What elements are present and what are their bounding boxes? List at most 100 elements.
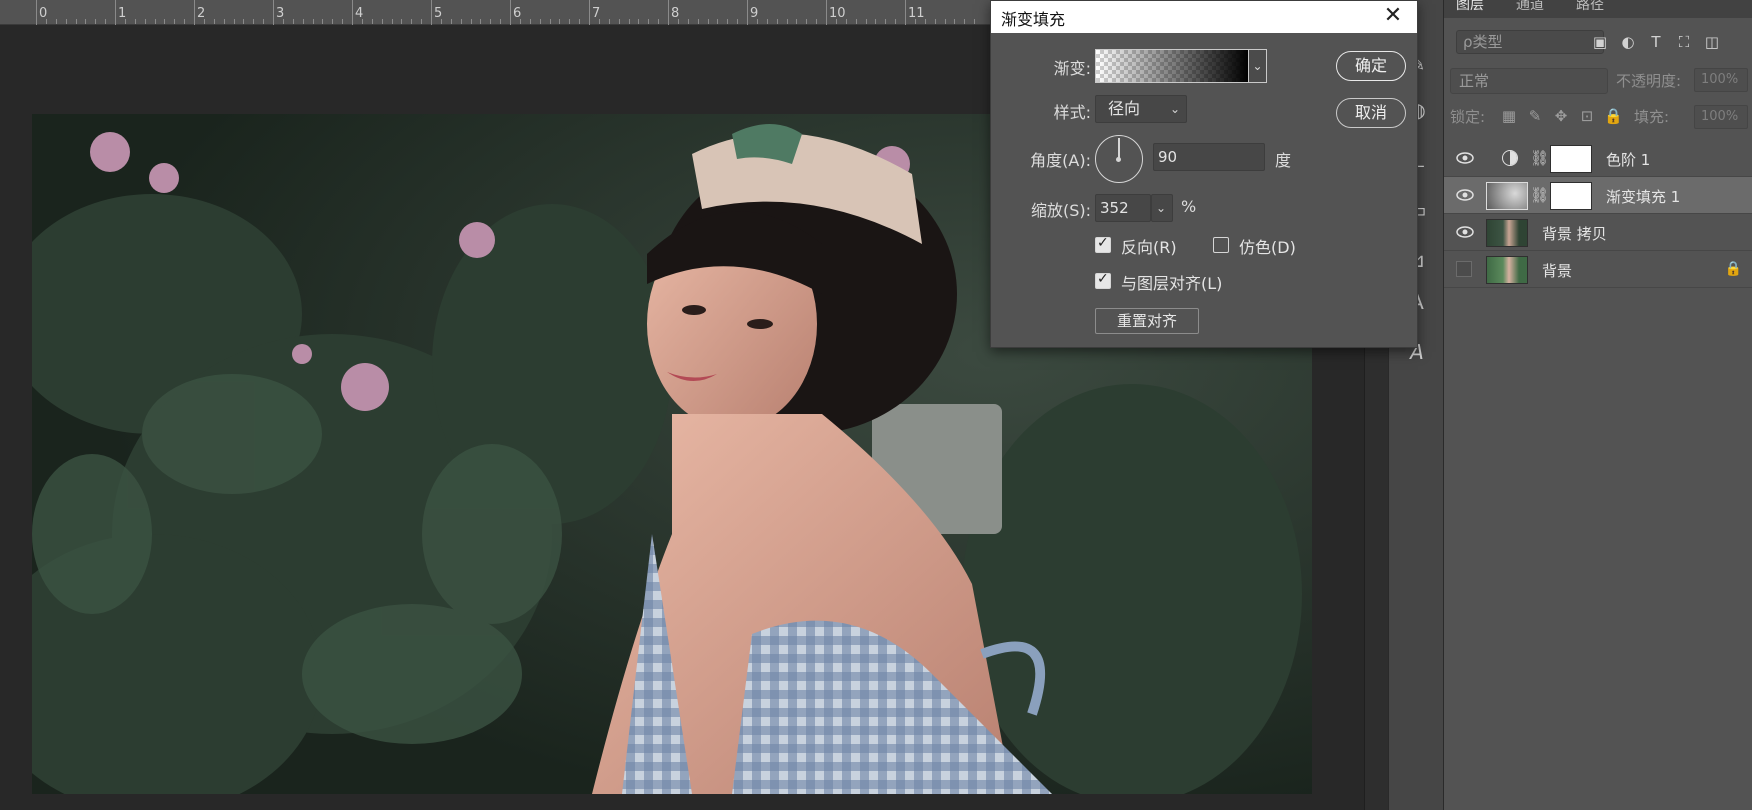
ruler-minor-tick <box>885 19 887 24</box>
ruler-minor-tick <box>964 19 966 24</box>
layer-filter-select[interactable]: ρ类型 <box>1456 30 1604 54</box>
ruler-major-tick <box>826 0 827 25</box>
ruler-minor-tick <box>302 19 304 24</box>
filter-adjustment-icon[interactable]: ◐ <box>1618 32 1638 52</box>
ruler-minor-tick <box>500 19 502 24</box>
lock-position-icon[interactable]: ✥ <box>1552 107 1570 125</box>
ruler-minor-tick <box>381 19 383 24</box>
ruler-minor-tick <box>845 19 847 24</box>
ruler-minor-tick <box>914 19 916 24</box>
scale-input[interactable]: 352 <box>1095 194 1151 222</box>
ruler-minor-tick <box>213 19 215 24</box>
ruler-minor-tick <box>835 19 837 24</box>
lock-icon: 🔒 <box>1724 261 1742 277</box>
lock-all-icon[interactable]: 🔒 <box>1604 107 1623 125</box>
opacity-input[interactable]: 100% <box>1694 68 1748 92</box>
eye-icon[interactable] <box>1456 150 1474 166</box>
cancel-button[interactable]: 取消 <box>1336 98 1406 128</box>
tab-channels[interactable]: 通道 <box>1516 0 1544 14</box>
style-select[interactable]: 径向 ⌄ <box>1095 95 1187 123</box>
ruler-minor-tick <box>144 19 146 24</box>
ruler-minor-tick <box>411 19 413 24</box>
gradient-fill-thumbnail[interactable] <box>1486 182 1528 210</box>
filter-shape-icon[interactable]: ⛶ <box>1674 32 1694 52</box>
fill-input[interactable]: 100% <box>1694 105 1748 129</box>
chevron-down-icon[interactable]: ⌄ <box>1249 49 1267 83</box>
layer-mask-thumbnail[interactable] <box>1550 145 1592 173</box>
ruler-minor-tick <box>816 19 818 24</box>
layer-background-copy[interactable]: 背景 拷贝 <box>1444 214 1752 251</box>
dither-checkbox[interactable] <box>1213 237 1229 253</box>
layer-background[interactable]: 背景 🔒 <box>1444 251 1752 288</box>
scale-unit: % <box>1181 197 1197 216</box>
photo-thumbnail[interactable] <box>1486 256 1528 284</box>
ruler-minor-tick <box>519 19 521 24</box>
ruler-minor-tick <box>332 19 334 24</box>
reverse-label[interactable]: 反向(R) <box>1121 234 1177 258</box>
panel-tabs: 图层 通道 路径 <box>1444 0 1752 18</box>
dialog-titlebar[interactable]: 渐变填充 ✕ <box>991 1 1417 33</box>
dither-label[interactable]: 仿色(D) <box>1239 234 1296 258</box>
angle-input[interactable]: 90 <box>1153 143 1265 171</box>
ruler-number: 11 <box>908 6 925 21</box>
lock-transparent-icon[interactable]: ▦ <box>1500 107 1518 125</box>
mask-link-icon[interactable]: ⛓ <box>1530 149 1549 167</box>
ruler-major-tick <box>589 0 590 25</box>
tab-layers[interactable]: 图层 <box>1456 0 1484 14</box>
reverse-checkbox[interactable] <box>1095 235 1111 253</box>
filter-type-icon[interactable]: T <box>1646 32 1666 52</box>
lock-artboard-icon[interactable]: ⊡ <box>1578 107 1596 125</box>
layer-name[interactable]: 渐变填充 1 <box>1606 186 1680 207</box>
ruler-minor-tick <box>865 19 867 24</box>
layer-levels[interactable]: ⛓ 色阶 1 <box>1444 140 1752 177</box>
eye-icon[interactable] <box>1456 187 1474 203</box>
layer-mask-thumbnail[interactable] <box>1550 182 1592 210</box>
ruler-major-tick <box>273 0 274 25</box>
align-with-layer-checkbox[interactable] <box>1095 271 1111 289</box>
ruler-minor-tick <box>342 19 344 24</box>
eye-icon[interactable] <box>1456 224 1474 240</box>
ruler-minor-tick <box>707 19 709 24</box>
ruler-minor-tick <box>924 19 926 24</box>
lock-image-icon[interactable]: ✎ <box>1526 107 1544 125</box>
ruler-minor-tick <box>282 19 284 24</box>
ruler-major-tick <box>905 0 906 25</box>
ruler-major-tick <box>36 0 37 25</box>
gradient-fill-dialog: 渐变填充 ✕ 渐变: ⌄ 确定 取消 样式: 径向 ⌄ 角度(A): 90 度 … <box>990 0 1418 348</box>
align-with-layer-label[interactable]: 与图层对齐(L) <box>1121 270 1222 294</box>
layers-panel: 图层 通道 路径 ρ类型 ▣ ◐ T ⛶ ◫ 正常 不透明度: 100% 锁定:… <box>1444 0 1752 810</box>
ruler-minor-tick <box>105 19 107 24</box>
ruler-minor-tick <box>618 19 620 24</box>
photoshop-window: 0 1 2 3 4 5 6 7 8 9 10 11 A 图层 通道 路径 ρ类型… <box>0 0 1752 810</box>
lock-label: 锁定: <box>1450 108 1486 126</box>
ruler-minor-tick <box>45 19 47 24</box>
layer-gradient-fill[interactable]: ⛓ 渐变填充 1 <box>1444 177 1752 214</box>
ruler-minor-tick <box>164 19 166 24</box>
filter-pixel-icon[interactable]: ▣ <box>1590 32 1610 52</box>
layer-name[interactable]: 背景 拷贝 <box>1542 223 1607 244</box>
visibility-toggle-off[interactable] <box>1456 261 1472 277</box>
ok-button[interactable]: 确定 <box>1336 51 1406 81</box>
photo-thumbnail[interactable] <box>1486 219 1528 247</box>
layer-name[interactable]: 色阶 1 <box>1606 149 1650 170</box>
layer-name[interactable]: 背景 <box>1542 260 1572 281</box>
ruler-minor-tick <box>223 19 225 24</box>
ruler-minor-tick <box>786 19 788 24</box>
scale-dropdown[interactable]: ⌄ <box>1151 194 1173 222</box>
ruler-minor-tick <box>55 19 57 24</box>
ruler-minor-tick <box>421 19 423 24</box>
ruler-minor-tick <box>974 19 976 24</box>
mask-link-icon[interactable]: ⛓ <box>1530 186 1549 204</box>
reset-alignment-button[interactable]: 重置对齐 <box>1095 308 1199 334</box>
ruler-minor-tick <box>440 19 442 24</box>
ruler-minor-tick <box>263 19 265 24</box>
angle-dial[interactable] <box>1095 135 1143 183</box>
close-icon[interactable]: ✕ <box>1381 3 1405 28</box>
ruler-minor-tick <box>490 19 492 24</box>
ruler-minor-tick <box>174 19 176 24</box>
tab-paths[interactable]: 路径 <box>1576 0 1604 14</box>
gradient-picker-swatch[interactable] <box>1095 49 1249 83</box>
blend-mode-select[interactable]: 正常 <box>1450 68 1608 94</box>
chevron-down-icon: ⌄ <box>1169 102 1180 116</box>
filter-smart-object-icon[interactable]: ◫ <box>1702 32 1722 52</box>
